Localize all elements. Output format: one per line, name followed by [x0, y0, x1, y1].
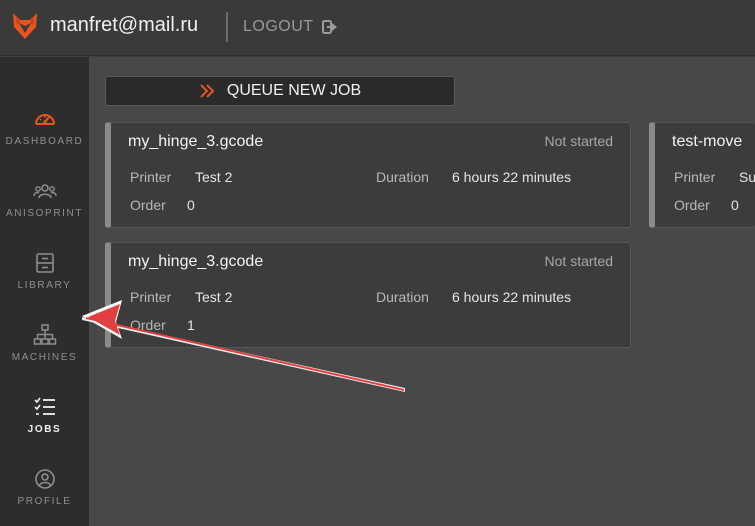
printer-label: Printer — [130, 169, 172, 185]
order-label: Order — [130, 197, 166, 213]
logout-label: LOGOUT — [243, 18, 314, 35]
logout-button[interactable]: LOGOUT — [243, 18, 338, 36]
top-bar: manfret@mail.ru LOGOUT — [0, 0, 755, 56]
job-card[interactable]: test-move Printer Su Order 0 — [649, 122, 755, 228]
sidebar-item-label: PROFILE — [17, 496, 72, 507]
archive-icon — [35, 253, 54, 273]
job-title: my_hinge_3.gcode — [128, 133, 264, 150]
sidebar-item-profile[interactable]: PROFILE — [0, 467, 89, 526]
network-tree-icon — [33, 324, 56, 345]
sidebar-item-label: LIBRARY — [17, 280, 72, 291]
printer-value: Su — [739, 169, 755, 185]
double-chevron-right-icon — [200, 84, 215, 98]
order-value: 1 — [187, 317, 195, 333]
job-status: Not started — [544, 253, 613, 269]
job-card[interactable]: my_hinge_3.gcode Not started Printer Tes… — [105, 122, 631, 228]
speedometer-icon — [34, 114, 55, 125]
order-label: Order — [130, 317, 166, 333]
order-label: Order — [674, 197, 710, 213]
logout-icon — [321, 20, 337, 34]
order-value: 0 — [187, 197, 195, 213]
printer-label: Printer — [674, 169, 716, 185]
sidebar-item-jobs[interactable]: JOBS — [0, 395, 89, 455]
queue-new-job-button[interactable]: QUEUE NEW JOB — [105, 76, 455, 106]
sidebar-item-label: ANISOPRINT — [5, 208, 84, 219]
sidebar-item-label: MACHINES — [11, 352, 78, 363]
sidebar-item-machines[interactable]: MACHINES — [0, 323, 89, 383]
sidebar-item-label: JOBS — [27, 424, 62, 435]
sidebar-item-anisoprint[interactable]: ANISOPRINT — [0, 179, 89, 239]
queue-new-job-label: QUEUE NEW JOB — [226, 82, 362, 99]
users-group-icon — [32, 184, 57, 199]
sidebar-item-library[interactable]: LIBRARY — [0, 251, 89, 311]
job-status: Not started — [544, 133, 613, 149]
sidebar-item-dashboard[interactable]: DASHBOARD — [0, 107, 89, 167]
job-title: my_hinge_3.gcode — [128, 253, 264, 270]
checklist-icon — [33, 397, 55, 415]
job-title: test-move — [672, 133, 743, 150]
duration-value: 6 hours 22 minutes — [452, 169, 572, 185]
printer-value: Test 2 — [195, 289, 233, 305]
job-card[interactable]: my_hinge_3.gcode Not started Printer Tes… — [105, 242, 631, 348]
user-circle-icon — [34, 469, 55, 489]
duration-label: Duration — [376, 289, 429, 305]
printer-label: Printer — [130, 289, 172, 305]
user-email: manfret@mail.ru — [50, 14, 199, 36]
sidebar: DASHBOARD ANISOPRINT LIBRARY MACHINES JO… — [0, 57, 89, 526]
sidebar-item-label: DASHBOARD — [5, 136, 84, 147]
printer-value: Test 2 — [195, 169, 233, 185]
header-divider — [226, 12, 228, 42]
duration-label: Duration — [376, 169, 429, 185]
duration-value: 6 hours 22 minutes — [452, 289, 572, 305]
fox-logo-icon[interactable] — [11, 11, 39, 41]
order-value: 0 — [731, 197, 739, 213]
